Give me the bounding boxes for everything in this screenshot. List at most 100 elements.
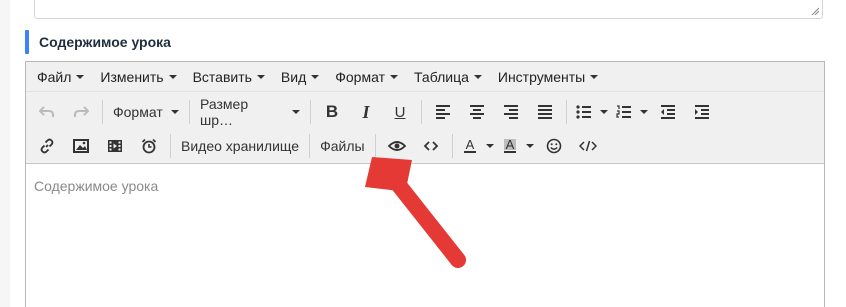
text-color-button[interactable]: A bbox=[457, 132, 483, 160]
bullet-list-button[interactable] bbox=[571, 98, 597, 126]
caret-down-icon bbox=[168, 74, 177, 79]
caret-down-icon bbox=[171, 110, 179, 114]
toolbar-separator bbox=[102, 100, 103, 124]
angle-brackets-icon bbox=[423, 141, 438, 151]
media-button[interactable] bbox=[98, 132, 132, 160]
outdent-button[interactable] bbox=[651, 98, 685, 126]
timer-button[interactable] bbox=[132, 132, 166, 160]
resize-grip-icon[interactable] bbox=[811, 7, 819, 15]
menu-tools[interactable]: Инструменты bbox=[490, 62, 606, 92]
toolbar-separator bbox=[421, 100, 422, 124]
editor-toolbar: Формат Размер шр… B I U Видео хранилище … bbox=[26, 92, 824, 164]
files-label: Файлы bbox=[320, 138, 365, 154]
indent-icon bbox=[695, 105, 709, 119]
menu-file-label: Файл bbox=[37, 68, 72, 85]
caret-down-icon bbox=[473, 74, 482, 79]
outdent-icon bbox=[661, 105, 675, 119]
smiley-icon bbox=[546, 138, 561, 154]
menu-format-label: Формат bbox=[335, 68, 385, 85]
align-right-icon bbox=[504, 105, 518, 119]
italic-button[interactable]: I bbox=[349, 98, 383, 126]
bold-icon: B bbox=[325, 102, 339, 121]
align-justify-button[interactable] bbox=[528, 98, 562, 126]
bullet-list-dropdown[interactable] bbox=[597, 98, 611, 126]
highlight-color-icon: A bbox=[503, 138, 516, 153]
section-header: Содержимое урока bbox=[25, 30, 171, 54]
undo-button[interactable] bbox=[30, 98, 64, 126]
toolbar-separator bbox=[451, 134, 453, 158]
undo-icon bbox=[39, 106, 54, 117]
toolbar-separator bbox=[310, 100, 311, 124]
menu-edit-label: Изменить bbox=[100, 68, 164, 85]
caret-down-icon bbox=[525, 144, 534, 148]
toolbar-separator bbox=[189, 100, 190, 124]
numbered-list-button[interactable] bbox=[611, 98, 637, 126]
editor-menubar: Файл Изменить Вставить Вид Формат Таблиц… bbox=[26, 62, 824, 92]
menu-insert-label: Вставить bbox=[192, 68, 252, 85]
svg-text:A: A bbox=[465, 138, 474, 152]
underline-button[interactable]: U bbox=[383, 98, 417, 126]
rich-text-editor: Файл Изменить Вставить Вид Формат Таблиц… bbox=[25, 61, 825, 307]
menu-insert[interactable]: Вставить bbox=[185, 62, 273, 92]
toolbar-row-1: Формат Размер шр… B I U bbox=[26, 95, 824, 129]
menu-table[interactable]: Таблица bbox=[406, 62, 490, 92]
caret-down-icon bbox=[590, 74, 599, 79]
redo-button[interactable] bbox=[64, 98, 98, 126]
link-button[interactable] bbox=[30, 132, 64, 160]
format-select[interactable]: Формат bbox=[107, 98, 185, 126]
format-select-label: Формат bbox=[113, 104, 163, 120]
caret-down-icon bbox=[389, 74, 398, 79]
font-size-select[interactable]: Размер шр… bbox=[194, 96, 306, 128]
film-icon bbox=[108, 140, 122, 152]
underline-icon: U bbox=[394, 103, 406, 121]
editor-placeholder: Содержимое урока bbox=[34, 178, 159, 194]
link-icon bbox=[40, 138, 54, 154]
menu-edit[interactable]: Изменить bbox=[92, 62, 184, 92]
toolbar-row-2: Видео хранилище Файлы A A bbox=[26, 129, 824, 163]
align-left-icon bbox=[436, 105, 450, 119]
toolbar-separator bbox=[309, 134, 311, 158]
files-button[interactable]: Файлы bbox=[314, 132, 370, 160]
text-color-icon: A bbox=[463, 138, 476, 153]
source-code-icon bbox=[578, 140, 597, 152]
toolbar-separator bbox=[170, 134, 171, 158]
section-accent-bar bbox=[25, 30, 29, 54]
numbered-list-icon bbox=[616, 105, 631, 118]
caret-down-icon bbox=[76, 74, 85, 79]
editor-content-area[interactable]: Содержимое урока bbox=[26, 164, 824, 304]
menu-view-label: Вид bbox=[280, 68, 307, 85]
code-sample-button[interactable] bbox=[414, 132, 448, 160]
bold-button[interactable]: B bbox=[315, 98, 349, 126]
toolbar-separator bbox=[566, 100, 567, 124]
numbered-list-dropdown[interactable] bbox=[637, 98, 651, 126]
font-size-select-label: Размер шр… bbox=[200, 96, 249, 128]
image-icon bbox=[73, 139, 89, 153]
caret-down-icon bbox=[600, 110, 608, 114]
menu-table-label: Таблица bbox=[413, 68, 469, 85]
background-color-button[interactable]: A bbox=[497, 132, 523, 160]
source-code-button[interactable] bbox=[571, 132, 605, 160]
caret-down-icon bbox=[311, 74, 320, 79]
previous-textarea[interactable] bbox=[34, 0, 823, 19]
video-storage-button[interactable]: Видео хранилище bbox=[175, 132, 305, 160]
text-color-dropdown[interactable] bbox=[483, 132, 497, 160]
caret-down-icon bbox=[640, 110, 648, 114]
bullet-list-icon bbox=[576, 105, 591, 119]
align-center-button[interactable] bbox=[460, 98, 494, 126]
caret-down-icon bbox=[485, 144, 494, 148]
image-button[interactable] bbox=[64, 132, 98, 160]
preview-button[interactable] bbox=[380, 132, 414, 160]
menu-view[interactable]: Вид bbox=[273, 62, 327, 92]
menu-format[interactable]: Формат bbox=[327, 62, 406, 92]
align-left-button[interactable] bbox=[426, 98, 460, 126]
align-right-button[interactable] bbox=[494, 98, 528, 126]
alarm-clock-icon bbox=[141, 138, 157, 154]
toolbar-separator bbox=[374, 134, 376, 158]
menu-file[interactable]: Файл bbox=[29, 62, 92, 92]
redo-icon bbox=[74, 106, 89, 117]
background-color-dropdown[interactable] bbox=[523, 132, 537, 160]
indent-button[interactable] bbox=[685, 98, 719, 126]
emoticons-button[interactable] bbox=[537, 132, 571, 160]
menu-tools-label: Инструменты bbox=[497, 68, 586, 85]
italic-icon: I bbox=[362, 101, 370, 122]
